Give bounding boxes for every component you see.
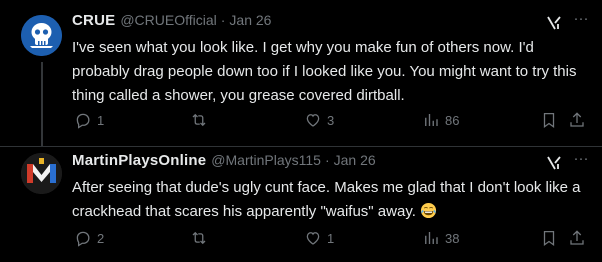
reply-count: 1 (97, 112, 105, 128)
tweet[interactable]: MartinPlaysOnline @MartinPlays115 · Jan … (0, 146, 602, 262)
more-options-icon[interactable]: ··· (572, 11, 590, 31)
tweet-header: MartinPlaysOnline @MartinPlays115 · Jan … (72, 152, 590, 172)
tweet-actions: 2 1 38 (72, 228, 590, 248)
share-icon (570, 112, 584, 127)
views-button[interactable]: 38 (422, 228, 459, 248)
tweet-content: MartinPlaysOnline @MartinPlays115 · Jan … (72, 151, 590, 224)
separator-dot: · (220, 12, 226, 28)
more-options-icon[interactable]: ··· (572, 151, 590, 171)
separator-dot: · (324, 152, 330, 168)
thread-connector-line (41, 62, 43, 146)
view-count: 38 (445, 230, 460, 246)
bookmark-button[interactable] (540, 228, 558, 248)
avatar[interactable] (21, 15, 62, 56)
view-count: 86 (445, 112, 460, 128)
like-button[interactable]: 3 (304, 110, 334, 130)
tweet[interactable]: CRUE @CRUEOfficial · Jan 26 ··· I've see… (0, 0, 602, 146)
avatar[interactable] (21, 153, 62, 194)
retweet-button[interactable] (190, 228, 213, 248)
skull-logo-icon (21, 15, 62, 56)
heart-icon (306, 232, 320, 245)
user-handle[interactable]: @MartinPlays115 (211, 152, 321, 168)
display-name[interactable]: MartinPlaysOnline (72, 152, 206, 169)
tweet-text: I've seen what you look like. I get why … (72, 39, 577, 104)
tweet-content: CRUE @CRUEOfficial · Jan 26 ··· I've see… (72, 11, 590, 108)
tweet-text-container: After seeing that dude's ugly cunt face.… (72, 176, 582, 224)
laughing-emoji-icon (420, 202, 437, 219)
m-logo-icon (21, 153, 62, 194)
share-button[interactable] (568, 110, 586, 130)
tweet-thread: CRUE @CRUEOfficial · Jan 26 ··· I've see… (0, 0, 602, 262)
like-button[interactable]: 1 (304, 228, 334, 248)
bookmark-icon (543, 112, 555, 128)
reply-icon (76, 113, 90, 129)
bookmark-button[interactable] (540, 110, 558, 130)
retweet-icon (192, 113, 206, 127)
reply-count: 2 (97, 230, 105, 246)
retweet-button[interactable] (190, 110, 213, 130)
display-name[interactable]: CRUE (72, 12, 115, 29)
views-chart-icon (425, 114, 438, 126)
grok-icon[interactable] (546, 15, 562, 31)
share-icon (570, 230, 584, 245)
reply-icon (76, 231, 90, 247)
reply-button[interactable]: 2 (74, 228, 104, 248)
heart-icon (306, 114, 320, 127)
share-button[interactable] (568, 228, 586, 248)
tweet-text: After seeing that dude's ugly cunt face.… (72, 179, 581, 220)
views-button[interactable]: 86 (422, 110, 459, 130)
views-chart-icon (425, 232, 438, 244)
bookmark-icon (543, 230, 555, 246)
like-count: 3 (327, 112, 335, 128)
tweet-date[interactable]: Jan 26 (229, 12, 271, 28)
reply-button[interactable]: 1 (74, 110, 104, 130)
user-handle[interactable]: @CRUEOfficial (120, 12, 216, 28)
grok-icon[interactable] (546, 155, 562, 171)
like-count: 1 (327, 230, 335, 246)
tweet-header: CRUE @CRUEOfficial · Jan 26 (72, 12, 590, 32)
tweet-date[interactable]: Jan 26 (334, 152, 376, 168)
retweet-icon (192, 231, 206, 245)
tweet-actions: 1 3 86 (72, 110, 590, 130)
